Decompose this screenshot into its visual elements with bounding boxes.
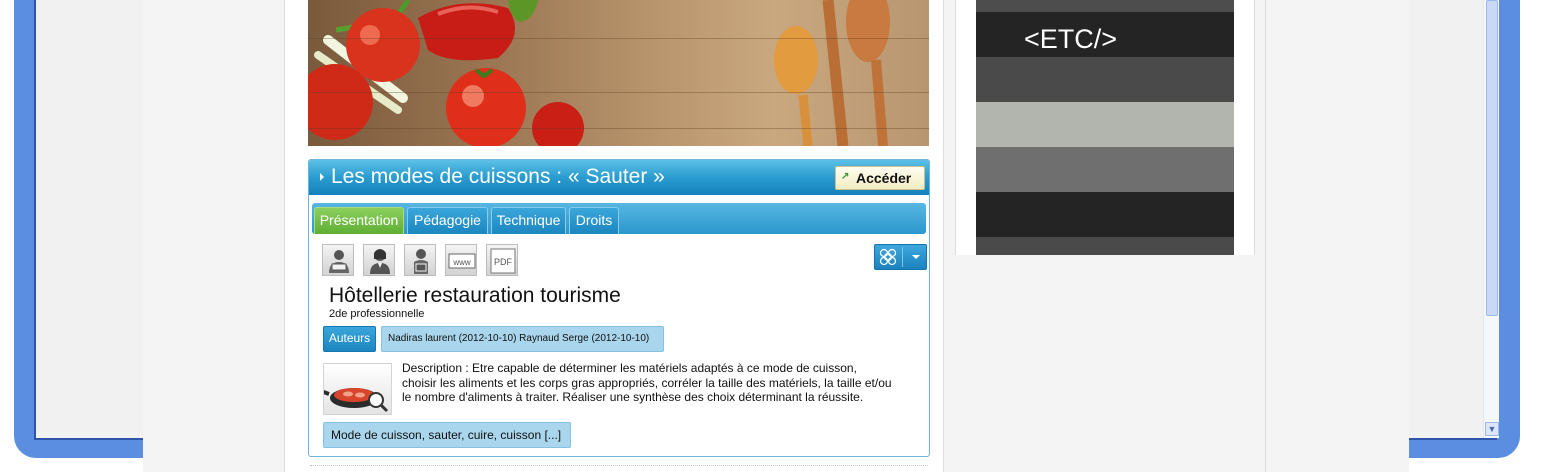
banner-band	[976, 0, 1234, 12]
resource-card: Les modes de cuissons : « Sauter » ↗ Acc…	[308, 159, 930, 457]
resource-tabs: Présentation Pédagogie Technique Droits	[312, 203, 926, 234]
frying-pan-icon	[324, 388, 389, 413]
chevron-down-icon	[912, 255, 920, 259]
banner-band	[976, 102, 1234, 147]
keywords-tag[interactable]: Mode de cuisson, sauter, cuire, cuisson …	[323, 422, 571, 448]
column-divider	[1265, 0, 1266, 472]
wood-grain-line	[308, 92, 929, 93]
svg-text:PDF: PDF	[494, 257, 513, 267]
chevron-right-icon	[320, 173, 324, 181]
divider	[310, 465, 928, 466]
tab-technique[interactable]: Technique	[491, 207, 566, 234]
access-button-label: Accéder	[856, 170, 912, 186]
svg-text:www: www	[452, 258, 471, 267]
scroll-down-arrow-icon[interactable]: ▼	[1485, 422, 1499, 436]
teacher-icon[interactable]	[322, 244, 354, 276]
sidebar-banner[interactable]: <ETC/>	[976, 0, 1234, 255]
banner-band	[976, 147, 1234, 192]
resource-thumbnail[interactable]	[323, 363, 392, 415]
banner-band	[976, 57, 1234, 102]
tab-droits[interactable]: Droits	[569, 207, 619, 234]
resource-title[interactable]: Les modes de cuissons : « Sauter »	[331, 165, 665, 189]
level-subtitle: 2de professionnelle	[329, 308, 425, 320]
access-button[interactable]: ↗ Accéder	[835, 166, 925, 190]
tab-pedagogie[interactable]: Pédagogie	[407, 207, 488, 234]
banner-band	[976, 192, 1234, 237]
tab-presentation[interactable]: Présentation	[314, 207, 404, 234]
scrollbar-thumb[interactable]	[1486, 0, 1498, 316]
banner-etc-text: <ETC/>	[1024, 24, 1118, 54]
wood-grain-line	[308, 38, 929, 39]
hero-image	[308, 0, 929, 146]
www-icon[interactable]: www	[445, 244, 477, 276]
authors-value: Nadiras laurent (2012-10-10) Raynaud Ser…	[381, 326, 664, 352]
level-title: Hôtellerie restauration tourisme	[329, 284, 621, 307]
resource-card-header: Les modes de cuissons : « Sauter » ↗ Acc…	[309, 160, 929, 195]
pdf-icon[interactable]: PDF	[486, 244, 518, 276]
vegetables-and-spoons-illustration	[308, 0, 890, 146]
external-link-icon: ↗	[841, 171, 850, 182]
desktop-screen: <ETC/> Les modes de cuissons : « Sauter …	[0, 0, 1556, 472]
person-icon[interactable]	[404, 244, 436, 276]
resource-description: Description : Etre capable de déterminer…	[402, 361, 892, 404]
student-icon[interactable]	[363, 244, 395, 276]
wood-grain-line	[308, 128, 929, 129]
button-separator	[902, 247, 903, 267]
banner-band	[976, 237, 1234, 255]
view-options-button[interactable]	[874, 244, 927, 270]
authors-label: Auteurs	[323, 326, 376, 352]
vertical-scrollbar[interactable]: ▼	[1483, 0, 1499, 438]
hexagon-grid-icon	[879, 248, 897, 266]
